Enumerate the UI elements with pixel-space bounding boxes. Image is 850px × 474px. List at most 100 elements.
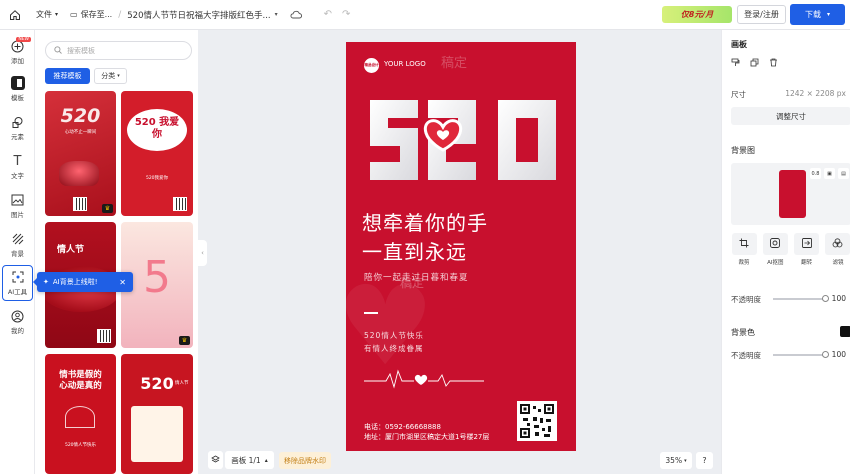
tab-recommended-templates[interactable]: 推荐模板: [45, 68, 90, 84]
opacity-value[interactable]: 100: [832, 294, 846, 303]
login-button[interactable]: 登录/注册: [737, 5, 786, 24]
chevron-down-icon: ▾: [117, 73, 120, 79]
slider-knob[interactable]: [822, 295, 829, 302]
home-icon: [10, 9, 20, 20]
thumbnail-subtitle: 情人节: [175, 381, 189, 386]
thumbnail-subtitle: 心动不止一瞬间: [64, 130, 97, 135]
resize-button[interactable]: 调整尺寸: [731, 107, 850, 125]
template-thumbnail[interactable]: 520 情人节: [121, 354, 193, 474]
collapse-panel-handle[interactable]: ‹: [198, 240, 207, 266]
flip-icon: [801, 237, 812, 251]
thumbnail-title: 情书是假的 心动是真的: [59, 370, 102, 392]
poster-phone[interactable]: 电话：0592-66668888: [364, 422, 441, 432]
delete-image-icon[interactable]: ▤: [838, 168, 849, 179]
template-thumbnail[interactable]: 520 我爱你 520我爱你 ♛: [121, 91, 193, 216]
chevron-down-icon: ▾: [55, 11, 59, 18]
tool-ai-cutout[interactable]: AI抠图: [762, 233, 788, 266]
logo-text: YOUR LOGO: [384, 60, 426, 68]
undo-icon[interactable]: ↶: [324, 9, 332, 20]
thumbnail-title: 情人节: [57, 245, 85, 255]
canvas-actions: [731, 57, 778, 70]
zoom-select[interactable]: 35% ▾: [660, 452, 692, 469]
poster-headline-2[interactable]: 一直到永远: [362, 236, 467, 265]
save-status[interactable]: ▭ 保存至...: [70, 9, 112, 20]
replace-image-icon[interactable]: ▣: [824, 168, 835, 179]
template-thumbnail[interactable]: 情书是假的 心动是真的 520情人节快乐: [45, 354, 116, 474]
page-count[interactable]: 画板 1/1 ▴: [225, 451, 274, 469]
chevron-up-icon: ▴: [264, 456, 268, 464]
cutout-icon: [770, 237, 781, 251]
rail-item-template[interactable]: 模板: [2, 71, 33, 107]
sparkle-icon: ✦: [43, 278, 49, 286]
background-preview[interactable]: 0.8 ▣ ▤: [731, 163, 850, 225]
qr-code-image: [517, 401, 557, 441]
qr-code-image: [173, 197, 187, 211]
help-button[interactable]: ?: [696, 452, 713, 469]
rail-item-text[interactable]: T 文字: [2, 149, 33, 185]
rail-item-background[interactable]: 背景: [2, 227, 33, 263]
rail-item-image[interactable]: 图片: [2, 188, 33, 224]
thumbnail-title: 520 我爱你: [134, 117, 180, 140]
search-icon: [54, 45, 62, 56]
size-label: 尺寸: [731, 90, 746, 99]
crop-icon: [739, 238, 749, 251]
slider-knob[interactable]: [822, 351, 829, 358]
vip-promo-badge[interactable]: 仅8元/月: [662, 6, 732, 23]
cloud-icon[interactable]: [290, 10, 302, 19]
image-icon: [11, 193, 25, 207]
copy-icon[interactable]: [750, 57, 759, 70]
document-title[interactable]: 520情人节节日祝福大字排版红色手...: [127, 9, 270, 21]
rail-item-elements[interactable]: 元素: [2, 110, 33, 146]
chevron-down-icon[interactable]: ▾: [275, 11, 278, 18]
poster-small-text-2[interactable]: 有情人终成眷属: [364, 343, 424, 354]
tab-category[interactable]: 分类 ▾: [94, 68, 127, 84]
poster-small-text-1[interactable]: 520情人节快乐: [364, 330, 424, 341]
opacity-value[interactable]: 100: [832, 350, 846, 359]
rail-item-mine[interactable]: 我的: [2, 304, 33, 340]
background-color-opacity-slider[interactable]: [773, 351, 829, 358]
divider-line: [364, 312, 378, 314]
remove-watermark-button[interactable]: 移除品牌水印: [279, 452, 331, 469]
download-button[interactable]: 下载 ▾: [790, 4, 845, 25]
tool-filter[interactable]: 滤镜: [825, 233, 850, 266]
text-icon: T: [13, 153, 22, 169]
file-menu[interactable]: 文件 ▾: [36, 9, 58, 20]
scale-icon[interactable]: 0.8: [810, 168, 821, 179]
template-search-input[interactable]: 搜索模板: [45, 41, 192, 60]
rail-item-ai-tool[interactable]: AI工具: [2, 265, 33, 301]
template-panel: 搜索模板 推荐模板 分类 ▾ 520 心动不止一瞬间 ♛ 520 我爱你 520我…: [35, 30, 198, 474]
layers-button[interactable]: [208, 451, 223, 469]
section-background-image-title: 背景图: [731, 146, 755, 155]
thumbnail-subtitle: 520情人节快乐: [64, 443, 97, 448]
poster-address[interactable]: 地址：厦门市湖里区稿定大道1号楼27层: [364, 432, 489, 442]
user-icon: [11, 309, 25, 323]
redo-icon[interactable]: ↷: [342, 9, 350, 20]
new-badge: NEW: [16, 37, 31, 42]
thumbnail-title: 520: [60, 105, 101, 127]
chevron-down-icon: ▾: [826, 11, 830, 18]
thumbnail-subtitle: 520我爱你: [145, 176, 169, 181]
opacity-slider[interactable]: [773, 295, 829, 302]
background-preview-tools: 0.8 ▣ ▤: [810, 168, 849, 179]
background-color-swatch[interactable]: [840, 326, 850, 337]
big-520-number: [370, 100, 556, 180]
home-button[interactable]: [0, 0, 30, 30]
vip-crown-icon: ♛: [179, 336, 190, 345]
template-thumbnail[interactable]: 520 心动不止一瞬间 ♛: [45, 91, 116, 216]
template-icon: [10, 76, 25, 90]
rail-item-add[interactable]: NEW 添加: [2, 34, 33, 70]
tool-flip[interactable]: 翻转: [794, 233, 820, 266]
ai-tool-icon: [11, 270, 25, 284]
opacity-label: 不透明度: [731, 295, 761, 304]
tool-crop[interactable]: 裁剪: [731, 233, 757, 266]
poster-canvas[interactable]: ♥ 精品设计 YOUR LOGO 稿定 520 想牵着你的手 一直到永远 陪你一…: [346, 42, 576, 451]
background-icon: [11, 232, 25, 246]
background-tools: 裁剪 AI抠图 翻转 滤镜: [731, 233, 850, 266]
watermark-text: 稿定: [441, 56, 468, 71]
trash-icon[interactable]: [769, 57, 778, 70]
ai-background-tooltip[interactable]: ✦ AI背景上线啦! ✕: [33, 272, 133, 292]
format-painter-icon[interactable]: [731, 57, 740, 70]
size-value: 1242 × 2208 px: [785, 89, 846, 98]
poster-headline-1[interactable]: 想牵着你的手: [362, 207, 488, 236]
close-icon[interactable]: ✕: [119, 278, 126, 287]
